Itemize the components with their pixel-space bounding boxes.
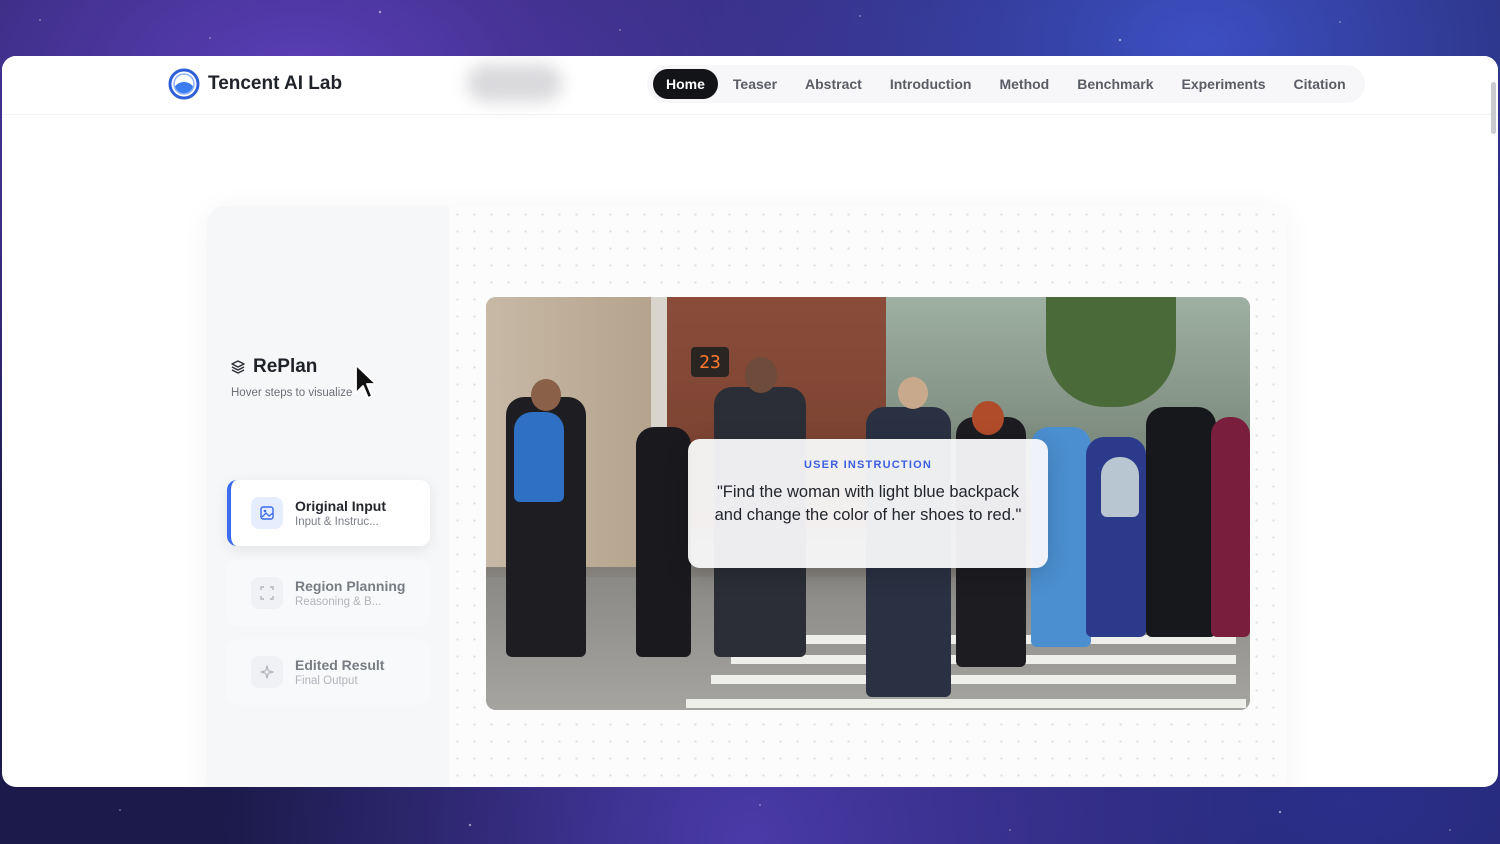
pedestrian-head xyxy=(898,377,928,409)
street-crosswalk-photo: 23 USER INSTRUCTION "Find the woman with… xyxy=(486,297,1250,710)
photo-tree xyxy=(1046,297,1176,407)
brand[interactable]: Tencent AI Lab xyxy=(168,68,342,100)
region-icon xyxy=(251,577,283,609)
crosswalk-stripe xyxy=(686,699,1246,708)
sparkle-icon xyxy=(251,656,283,688)
step-title: Edited Result xyxy=(295,657,385,673)
nav-item-experiments[interactable]: Experiments xyxy=(1169,69,1279,99)
crosswalk-countdown-signal: 23 xyxy=(691,347,729,377)
instruction-text: "Find the woman with light blue backpack… xyxy=(714,483,1022,524)
nav-menu: Home Teaser Abstract Introduction Method… xyxy=(647,65,1365,103)
light-blue-backpack xyxy=(1101,457,1139,517)
crosswalk-stripe xyxy=(711,675,1236,684)
instruction-label: USER INSTRUCTION xyxy=(804,459,932,471)
nav-item-citation[interactable]: Citation xyxy=(1281,69,1359,99)
step-subtitle: Input & Instruc... xyxy=(295,516,379,528)
replan-sidebar: RePlan Hover steps to visualize Original… xyxy=(207,206,449,787)
mouse-pointer-icon xyxy=(355,364,377,399)
step-title: Region Planning xyxy=(295,578,406,594)
browser-window: Tencent AI Lab Home Teaser Abstract Intr… xyxy=(2,56,1498,787)
brand-name: Tencent AI Lab xyxy=(208,73,343,94)
step-region-planning[interactable]: Region Planning Reasoning & B... xyxy=(227,560,430,626)
step-original-input[interactable]: Original Input Input & Instruc... xyxy=(227,480,430,546)
top-navbar: Tencent AI Lab Home Teaser Abstract Intr… xyxy=(2,56,1498,134)
step-subtitle: Final Output xyxy=(295,675,358,687)
pedestrian xyxy=(636,427,691,657)
visualization-panel: 23 USER INSTRUCTION "Find the woman with… xyxy=(449,206,1287,787)
blue-backpack xyxy=(514,412,564,502)
replan-demo-card: RePlan Hover steps to visualize Original… xyxy=(207,206,1287,787)
nav-item-teaser[interactable]: Teaser xyxy=(720,69,790,99)
step-edited-result[interactable]: Edited Result Final Output xyxy=(227,639,430,705)
pedestrian-head xyxy=(531,379,561,411)
image-icon xyxy=(251,497,283,529)
user-instruction-overlay: USER INSTRUCTION "Find the woman with li… xyxy=(688,439,1048,568)
step-title: Original Input xyxy=(295,498,386,514)
replan-header: RePlan xyxy=(230,356,317,378)
pedestrian-head xyxy=(745,357,777,393)
nav-item-introduction[interactable]: Introduction xyxy=(877,69,985,99)
blurred-element xyxy=(467,64,562,102)
step-subtitle: Reasoning & B... xyxy=(295,596,382,608)
replan-subtitle: Hover steps to visualize xyxy=(231,387,353,399)
pedestrian-head xyxy=(972,401,1004,435)
layers-icon xyxy=(231,360,245,374)
pedestrian xyxy=(1211,417,1250,637)
pedestrian xyxy=(1146,407,1216,637)
page-scrollbar[interactable] xyxy=(1491,82,1496,134)
nav-item-benchmark[interactable]: Benchmark xyxy=(1064,69,1166,99)
nav-item-abstract[interactable]: Abstract xyxy=(792,69,875,99)
replan-title: RePlan xyxy=(253,356,318,377)
tencent-ai-lab-logo-icon xyxy=(168,68,200,100)
nav-item-home[interactable]: Home xyxy=(653,69,718,99)
nav-item-method[interactable]: Method xyxy=(986,69,1062,99)
